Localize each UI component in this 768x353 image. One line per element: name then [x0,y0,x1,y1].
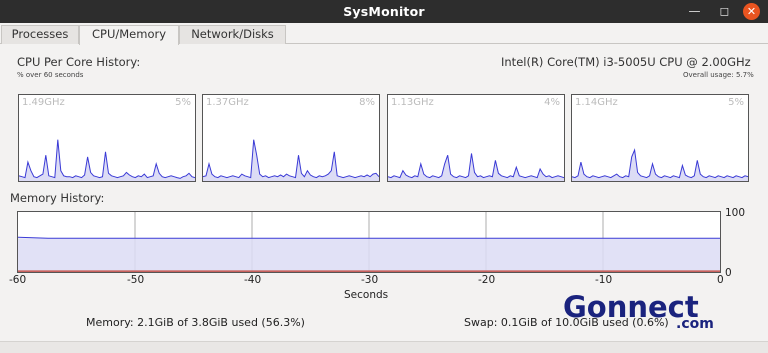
core-4-usage: 5% [728,97,744,108]
x-axis-label: Seconds [344,289,389,301]
x-tick-label: -30 [361,274,379,286]
memory-y-max-label: 100 [725,207,746,219]
core-usage-area [203,139,379,181]
core-2-usage: 8% [359,97,375,108]
core-graph-2: 1.37GHz 8% [202,94,380,182]
title-bar: SysMonitor — ◻ ✕ [0,0,768,23]
memory-history-plot [17,211,721,273]
core-usage-line [572,148,748,179]
x-tick-label: -20 [478,274,496,286]
x-tick-label: -60 [9,274,27,286]
core-usage-line [388,153,564,179]
core-4-frequency: 1.14GHz [575,97,618,108]
x-tick-label: 0 [717,274,724,286]
bottom-border [0,341,768,353]
tab-processes[interactable]: Processes [1,25,79,44]
core-3-frequency: 1.13GHz [391,97,434,108]
core-usage-line [203,139,379,179]
core-graph-4: 1.14GHz 5% [571,94,749,182]
core-1-frequency: 1.49GHz [22,97,65,108]
close-icon[interactable]: ✕ [743,3,760,20]
cpu-history-heading: CPU Per Core History: [17,55,141,69]
memory-usage-area [18,238,720,272]
cpu-model-label: Intel(R) Core(TM) i3-5005U CPU @ 2.00GHz [501,55,751,69]
memory-history-heading: Memory History: [10,191,105,205]
core-1-usage: 5% [175,97,191,108]
overall-usage-label: Overall usage: 5.7% [683,71,754,79]
tab-cpu-memory[interactable]: CPU/Memory [79,25,179,45]
x-tick-label: -50 [127,274,145,286]
minimize-icon[interactable]: — [686,3,703,20]
core-2-frequency: 1.37GHz [206,97,249,108]
tab-network-disks[interactable]: Network/Disks [179,25,286,44]
x-tick-label: -10 [595,274,613,286]
core-3-usage: 4% [544,97,560,108]
sysmonitor-window: SysMonitor — ◻ ✕ Processes CPU/Memory Ne… [0,0,768,353]
memory-usage-text: Memory: 2.1GiB of 3.8GiB used (56.3%) [86,316,305,329]
memory-y-min-label: 0 [725,267,732,279]
core-graph-1: 1.49GHz 5% [18,94,196,182]
cpu-history-subheading: % over 60 seconds [17,71,84,79]
gonnect-watermark-logo: Gonnect .com [553,290,731,334]
memory-history-svg [18,212,720,272]
x-tick-label: -40 [244,274,262,286]
core-graph-3: 1.13GHz 4% [387,94,565,182]
maximize-icon[interactable]: ◻ [716,3,733,20]
tab-bar: Processes CPU/Memory Network/Disks [0,24,768,45]
watermark-suffix: .com [676,316,714,332]
window-title: SysMonitor [343,4,425,19]
